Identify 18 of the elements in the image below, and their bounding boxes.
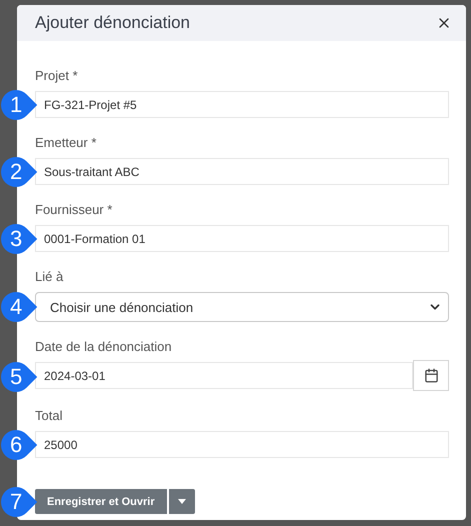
calendar-button[interactable] (413, 360, 449, 391)
field-label: Total (35, 408, 64, 423)
dropdown-button[interactable] (168, 489, 195, 514)
dialog-title: Ajouter dénonciation (35, 13, 190, 33)
field-label: Lié à (35, 269, 64, 284)
field-label: Projet * (35, 68, 79, 83)
field-label: Fournisseur * (35, 202, 114, 217)
date-field[interactable]: 2024-03-01 (35, 362, 413, 389)
field-label: Date de la dénonciation (35, 339, 173, 354)
input-field[interactable]: FG-321-Projet #5 (35, 91, 449, 118)
caret-icon (178, 499, 186, 504)
input-field[interactable]: 25000 (35, 431, 449, 458)
calendar-icon (424, 368, 438, 383)
field-label: Emetteur * (35, 135, 98, 150)
select-field[interactable]: Choisir une dénonciation (35, 292, 449, 322)
input-field[interactable]: 0001-Formation 01 (35, 225, 449, 252)
input-field[interactable]: Sous-traitant ABC (35, 158, 449, 185)
save-open-button[interactable]: Enregistrer et Ouvrir (35, 489, 167, 514)
